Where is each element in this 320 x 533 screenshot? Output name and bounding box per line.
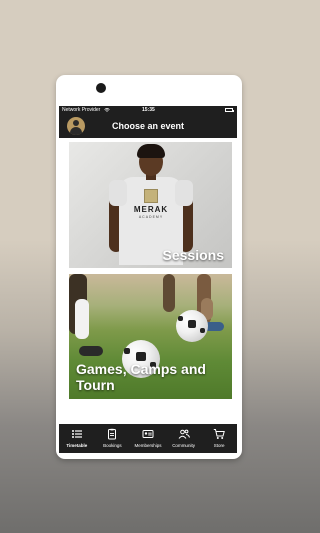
tab-label-memberships: Memberships [134, 443, 162, 448]
id-card-icon [142, 430, 154, 438]
cart-icon [213, 429, 226, 439]
photo-boot-left [79, 346, 103, 356]
tab-community[interactable]: Community [166, 424, 202, 453]
shirt-crest-logo [144, 189, 158, 203]
shirt-brand-text: MERAK [133, 205, 169, 214]
status-time: 15:35 [142, 107, 155, 113]
card-label-sessions: Sessions [162, 247, 224, 263]
page-title: Choose an event [111, 121, 185, 131]
tab-label-bookings: Bookings [103, 443, 122, 448]
photo-sleeve-right [175, 180, 193, 206]
tab-timetable[interactable]: Timetable [59, 424, 95, 453]
photo-player-leg-back [163, 274, 175, 312]
event-list[interactable]: MERAK ACADEMY Sessions Games, Camps and … [59, 138, 237, 424]
app-header: Choose an event [59, 114, 237, 138]
status-bar: Network Provider 15:35 [59, 106, 237, 114]
phone-frame: Network Provider 15:35 Choose an event M… [56, 75, 242, 459]
carrier-text: Network Provider [62, 107, 101, 113]
soccer-ball-back [176, 310, 208, 342]
tab-store[interactable]: Store [201, 424, 237, 453]
bottom-tab-bar: Timetable Bookings Memberships Community… [59, 424, 237, 453]
tab-label-store: Store [213, 443, 225, 448]
list-icon [71, 430, 82, 438]
card-label-games: Games, Camps and Tourn [76, 361, 206, 393]
tab-label-timetable: Timetable [66, 443, 88, 448]
tab-bookings[interactable]: Bookings [95, 424, 131, 453]
tab-label-community: Community [172, 443, 195, 448]
carrier-label: Network Provider [62, 106, 110, 114]
photo-player-sock [75, 299, 89, 339]
people-icon [178, 429, 190, 439]
tab-memberships[interactable]: Memberships [130, 424, 166, 453]
shirt-brand-subtext: ACADEMY [138, 215, 164, 219]
event-card-games-camps[interactable]: Games, Camps and Tourn [69, 274, 232, 399]
app-screen: Network Provider 15:35 Choose an event M… [59, 106, 237, 453]
front-camera [96, 83, 106, 93]
photo-hair [137, 144, 165, 158]
wifi-icon [104, 107, 110, 112]
photo-sleeve-left [109, 180, 127, 206]
event-card-sessions[interactable]: MERAK ACADEMY Sessions [69, 142, 232, 268]
battery-icon [225, 108, 234, 112]
clipboard-icon [108, 428, 117, 440]
